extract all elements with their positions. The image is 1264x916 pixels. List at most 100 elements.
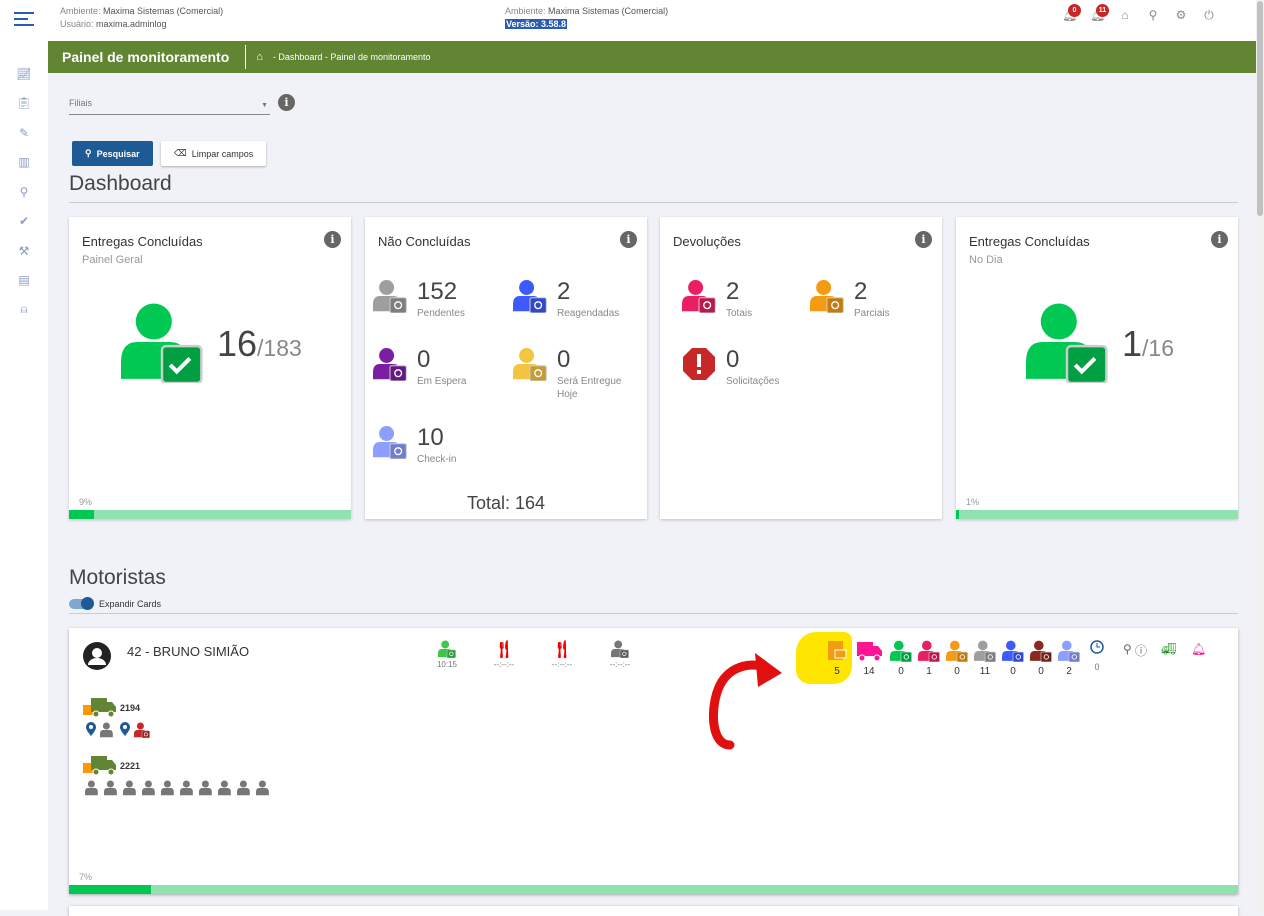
info-icon[interactable]: i (278, 94, 295, 111)
driver-kpi[interactable]: 14 (857, 640, 882, 677)
stat-item[interactable]: 2 Totais (682, 279, 806, 320)
kpi-value: 0 (1094, 662, 1100, 672)
card-total: /16 (1142, 335, 1175, 361)
driver-kpi[interactable]: 5 (825, 640, 849, 677)
card-subtitle: No Dia (969, 254, 1003, 266)
driver-kpi[interactable]: 0 (889, 640, 913, 677)
progress-bar (69, 885, 1238, 894)
vehicle-row[interactable]: 2221 (83, 754, 140, 778)
motoristas-heading: Motoristas (69, 566, 166, 589)
sidebar-item-bar-chart[interactable]: ▥ (0, 148, 48, 178)
toggle-switch[interactable] (69, 597, 94, 610)
stat-item[interactable]: 152 Pendentes (373, 279, 497, 320)
driver-kpi[interactable]: 2 (1057, 640, 1081, 677)
info-icon[interactable]: i (915, 231, 932, 248)
info-icon[interactable]: i (620, 231, 637, 248)
person-icon[interactable] (161, 780, 177, 801)
sidebar-item-document[interactable]: ▤ (0, 266, 48, 296)
logout-icon[interactable]: ⏻ (1202, 8, 1216, 22)
driver-kpi[interactable]: 1 (917, 640, 941, 677)
person-pin-icon[interactable] (134, 722, 150, 743)
env-label: Ambiente: (60, 6, 101, 16)
sidebar-item-antenna[interactable]: ⍝ (0, 295, 48, 325)
truck-icon (83, 696, 117, 720)
person-icon[interactable] (104, 780, 120, 801)
stat-item[interactable]: 2 Parciais (810, 279, 934, 320)
driver-card[interactable]: 42 - BRUNO SIMIÃO 10:15 🍴︎ --:--:-- 🍴︎ --:--… (69, 628, 1238, 894)
sidebar-item-double-check[interactable]: ✔ (0, 207, 48, 237)
percent-label: 7% (79, 872, 93, 882)
sidebar: 📈︎ 📋︎ ✎ ▥ ⚲ ✔ ⚒ ▤ ⍝ (0, 41, 48, 910)
person-cancel-icon (917, 640, 941, 666)
search-button[interactable]: ⚲ Pesquisar (72, 141, 153, 166)
info-icon[interactable]: ⓘ (1135, 642, 1147, 659)
driver-kpi[interactable]: 0 (1029, 640, 1053, 677)
sidebar-item-pencil[interactable]: ✎ (0, 118, 48, 148)
expand-cards-toggle[interactable]: Expandir Cards (69, 597, 162, 610)
breadcrumb[interactable]: - Dashboard - Painel de monitoramento (273, 52, 431, 62)
stat-item[interactable]: 10 Check-in (373, 425, 497, 466)
filiais-placeholder: Filiais (69, 98, 93, 108)
kpi-value: 1 (926, 666, 932, 677)
person-icon[interactable] (256, 780, 272, 801)
driver-event: 🍴︎ --:--:-- (484, 640, 524, 669)
home-icon[interactable]: ⌂ (256, 51, 263, 63)
sidebar-item-wrench[interactable]: ⚒ (0, 236, 48, 266)
info-icon[interactable]: i (1211, 231, 1228, 248)
person-icon[interactable] (180, 780, 196, 801)
clear-fields-button[interactable]: ⌫ Limpar campos (161, 141, 267, 166)
truck-icon (857, 640, 882, 666)
home-icon[interactable]: ⌂ (1118, 8, 1132, 22)
driver-event: 🍴︎ --:--:-- (542, 640, 582, 669)
wrench-icon: ⚒ (18, 243, 30, 258)
person-icon[interactable] (85, 780, 101, 801)
stat-item[interactable]: 0 Em Espera (373, 347, 497, 388)
annotation-arrow (708, 653, 782, 750)
hidden-alert-icon[interactable]: 🔔︎ (1191, 642, 1206, 656)
driver-name: 42 - BRUNO SIMIÃO (127, 644, 250, 659)
gear-icon[interactable]: ⚙ (1174, 8, 1188, 22)
kpi-value: 2 (1066, 666, 1072, 677)
scrollbar[interactable] (1256, 0, 1264, 910)
user-value: maxima.adminlog (96, 19, 167, 29)
wrench-icon[interactable]: ⚲ (1146, 8, 1160, 22)
person-icon[interactable] (123, 780, 139, 801)
vehicle-row[interactable]: 2194 (83, 696, 140, 720)
total-label: Total: 164 (466, 493, 546, 513)
driver-kpi[interactable]: 0 (945, 640, 969, 677)
driver-kpi[interactable]: 11 (973, 640, 997, 677)
stat-item[interactable]: 2 Reagendadas (513, 279, 637, 320)
stat-item[interactable]: 0 Será Entregue Hoje (513, 347, 637, 401)
sidebar-item-clipboard[interactable]: 📋︎ (0, 89, 48, 119)
card-entregas-geral: Entregas Concluídas Painel Geral i 16/18… (69, 217, 351, 519)
avatar (83, 642, 111, 670)
person-clock-icon (945, 640, 969, 666)
map-pin-icon[interactable] (85, 722, 97, 743)
driver-kpi[interactable]: 0 (1085, 640, 1109, 672)
toggle-label: Expandir Cards (99, 599, 162, 609)
person-icon[interactable] (100, 722, 116, 743)
truck-status-icon[interactable]: 🚚︎ (1161, 642, 1176, 656)
map-pin-icon[interactable]: ⚲ (1123, 642, 1132, 656)
person-clock-icon (427, 640, 467, 660)
person-icon[interactable] (199, 780, 215, 801)
status-person-icon (513, 347, 547, 401)
sidebar-item-search[interactable]: ⚲ (0, 177, 48, 207)
driver-kpi[interactable]: 0 (1001, 640, 1025, 677)
map-pin-icon[interactable] (119, 722, 131, 743)
notification-bell-icon[interactable]: 🔔︎0 (1062, 4, 1081, 22)
progress-bar (69, 510, 351, 519)
person-icon[interactable] (237, 780, 253, 801)
filiais-select[interactable]: Filiais ▼ (69, 98, 270, 115)
stat-item[interactable]: 0 Solicitações (682, 347, 806, 388)
dashboard-heading: Dashboard (69, 172, 172, 195)
alert-bell-icon[interactable]: 🔔︎11 (1090, 4, 1109, 22)
info-icon[interactable]: i (324, 231, 341, 248)
clipboard-icon: 📋︎ (16, 96, 32, 111)
hamburger-menu-icon[interactable] (14, 12, 34, 30)
person-icon[interactable] (218, 780, 234, 801)
sidebar-item-chart-line[interactable]: 📈︎ (0, 59, 48, 89)
person-icon[interactable] (142, 780, 158, 801)
driver-card-next[interactable] (69, 906, 1238, 916)
invoice-icon (825, 640, 849, 666)
